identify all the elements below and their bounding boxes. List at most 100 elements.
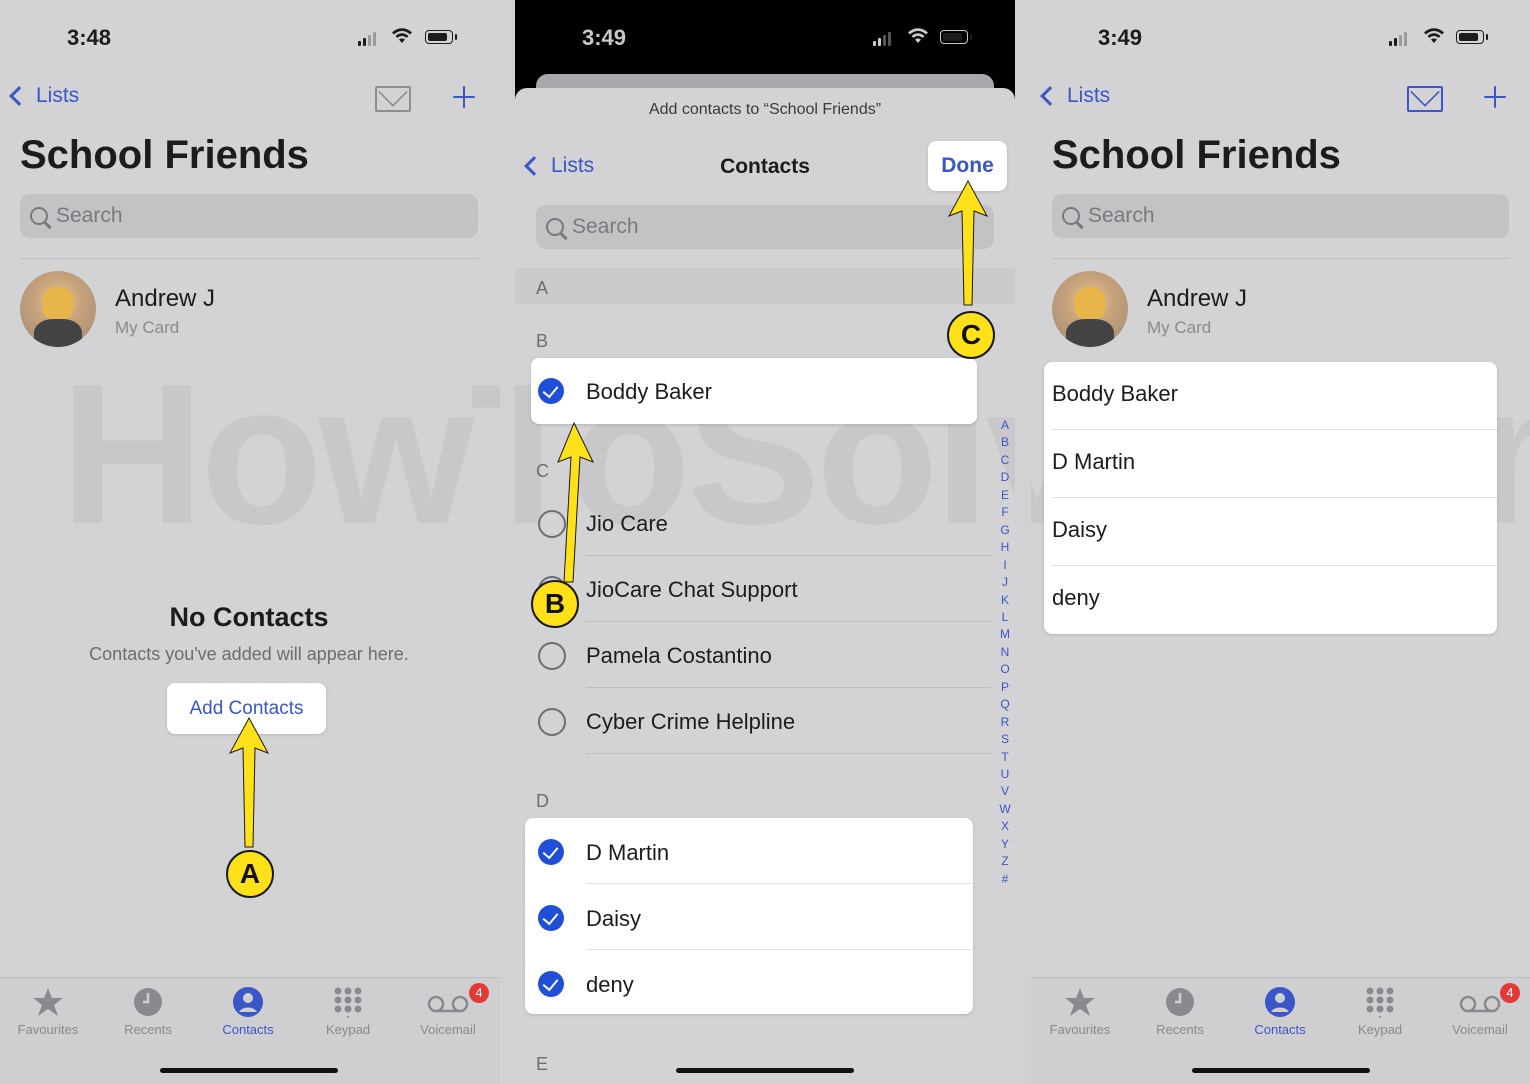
checkmark-icon[interactable] <box>538 971 564 997</box>
voicemail-badge: 4 <box>469 983 489 1003</box>
index-letter[interactable]: H <box>998 539 1012 556</box>
contact-row[interactable]: Boddy Baker <box>531 358 977 424</box>
divider <box>1052 565 1497 566</box>
add-icon[interactable] <box>1484 86 1506 108</box>
my-card-label: My Card <box>1147 318 1212 337</box>
contact-name[interactable]: Jio Care <box>586 511 668 537</box>
tab-contacts[interactable]: Contacts <box>1240 986 1320 1037</box>
index-letter[interactable]: F <box>998 504 1012 521</box>
member-name[interactable]: Daisy <box>1052 517 1107 543</box>
index-letter[interactable]: I <box>998 557 1012 574</box>
index-letter[interactable]: X <box>998 818 1012 835</box>
contact-name[interactable]: D Martin <box>586 840 669 866</box>
member-name[interactable]: deny <box>1052 585 1100 611</box>
tab-recents[interactable]: Recents <box>108 986 188 1037</box>
index-letter[interactable]: C <box>998 452 1012 469</box>
person-circle-icon <box>233 987 263 1017</box>
index-letter[interactable]: U <box>998 766 1012 783</box>
member-name[interactable]: Boddy Baker <box>1052 381 1178 407</box>
cellular-signal-icon <box>1389 32 1407 46</box>
index-letter[interactable]: S <box>998 731 1012 748</box>
tab-keypad[interactable]: Keypad <box>1340 986 1420 1037</box>
contact-name[interactable]: deny <box>586 972 634 998</box>
home-indicator <box>160 1068 338 1073</box>
cellular-signal-icon <box>358 32 376 46</box>
tab-contacts[interactable]: Contacts <box>208 986 288 1037</box>
my-card-label: My Card <box>115 318 180 337</box>
index-letter[interactable]: E <box>998 487 1012 504</box>
mail-icon[interactable] <box>1407 86 1443 112</box>
index-letter[interactable]: R <box>998 714 1012 731</box>
back-button-lists[interactable]: Lists <box>1040 84 1111 108</box>
index-letter[interactable]: G <box>998 522 1012 539</box>
index-letter[interactable]: B <box>998 434 1012 451</box>
index-letter[interactable]: N <box>998 644 1012 661</box>
tab-label: Recents <box>1156 1022 1204 1037</box>
checkmark-icon[interactable] <box>538 839 564 865</box>
section-header-a: A <box>536 278 549 298</box>
back-button-lists[interactable]: Lists <box>9 84 80 108</box>
contact-name[interactable]: Pamela Costantino <box>586 643 772 669</box>
index-letter[interactable]: L <box>998 609 1012 626</box>
tab-favourites[interactable]: Favourites <box>1040 986 1120 1037</box>
index-letter[interactable]: D <box>998 469 1012 486</box>
radio-unchecked-icon[interactable] <box>538 708 566 736</box>
tab-label: Favourites <box>17 1022 79 1037</box>
index-letter[interactable]: K <box>998 592 1012 609</box>
status-time: 3:49 <box>1098 25 1143 50</box>
status-time: 3:48 <box>67 25 112 50</box>
index-letter[interactable]: V <box>998 783 1012 800</box>
cellular-signal-icon <box>873 32 891 46</box>
index-letter[interactable]: T <box>998 749 1012 766</box>
divider <box>586 753 991 754</box>
voicemail-icon <box>1459 995 1501 1013</box>
tab-label: Contacts <box>222 1022 274 1037</box>
index-letter[interactable]: Y <box>998 836 1012 853</box>
screen-list-with-members: 3:49 Lists School Friends Search Andrew … <box>1031 0 1530 1084</box>
screen-empty-list: 3:48 Lists School Friends Search Andrew … <box>0 0 500 1084</box>
search-placeholder: Search <box>1088 204 1155 227</box>
index-letter[interactable]: M <box>998 626 1012 643</box>
wifi-icon <box>1424 28 1444 43</box>
index-letter[interactable]: Q <box>998 696 1012 713</box>
index-letter[interactable]: W <box>998 801 1012 818</box>
clock-icon <box>134 988 162 1016</box>
tab-label: Recents <box>124 1022 172 1037</box>
member-name[interactable]: D Martin <box>1052 449 1135 475</box>
tab-recents[interactable]: Recents <box>1140 986 1220 1037</box>
callout-a: A <box>226 850 274 898</box>
tab-label: Keypad <box>325 1022 371 1037</box>
index-letter[interactable]: A <box>998 417 1012 434</box>
index-letter[interactable]: O <box>998 661 1012 678</box>
radio-unchecked-icon[interactable] <box>538 642 566 670</box>
tab-keypad[interactable]: Keypad <box>308 986 388 1037</box>
back-label: Lists <box>1067 84 1111 107</box>
home-indicator <box>676 1068 854 1073</box>
battery-icon <box>940 30 972 44</box>
checkmark-icon[interactable] <box>538 905 564 931</box>
watermark: HowToSolve.com <box>60 343 500 566</box>
contact-name[interactable]: Cyber Crime Helpline <box>586 709 795 735</box>
chevron-left-icon <box>1040 86 1060 106</box>
add-icon[interactable] <box>453 86 475 108</box>
divider <box>1052 258 1509 259</box>
search-input[interactable]: Search <box>20 194 478 238</box>
section-header-e: E <box>536 1054 549 1074</box>
index-letter[interactable]: Z <box>998 853 1012 870</box>
mail-icon[interactable] <box>375 86 411 112</box>
index-letter[interactable]: P <box>998 679 1012 696</box>
avatar <box>20 271 96 347</box>
divider <box>586 687 991 688</box>
keypad-icon <box>334 987 362 1018</box>
index-letter[interactable]: J <box>998 574 1012 591</box>
contact-name[interactable]: Daisy <box>586 906 641 932</box>
back-label: Lists <box>36 84 80 107</box>
contact-name[interactable]: JioCare Chat Support <box>586 577 798 603</box>
tab-favourites[interactable]: Favourites <box>8 986 88 1037</box>
search-input[interactable]: Search <box>536 205 994 249</box>
divider <box>1052 429 1497 430</box>
divider <box>586 883 973 884</box>
section-header-bar <box>515 268 1015 304</box>
search-input[interactable]: Search <box>1052 194 1509 238</box>
index-letter[interactable]: # <box>998 871 1012 888</box>
